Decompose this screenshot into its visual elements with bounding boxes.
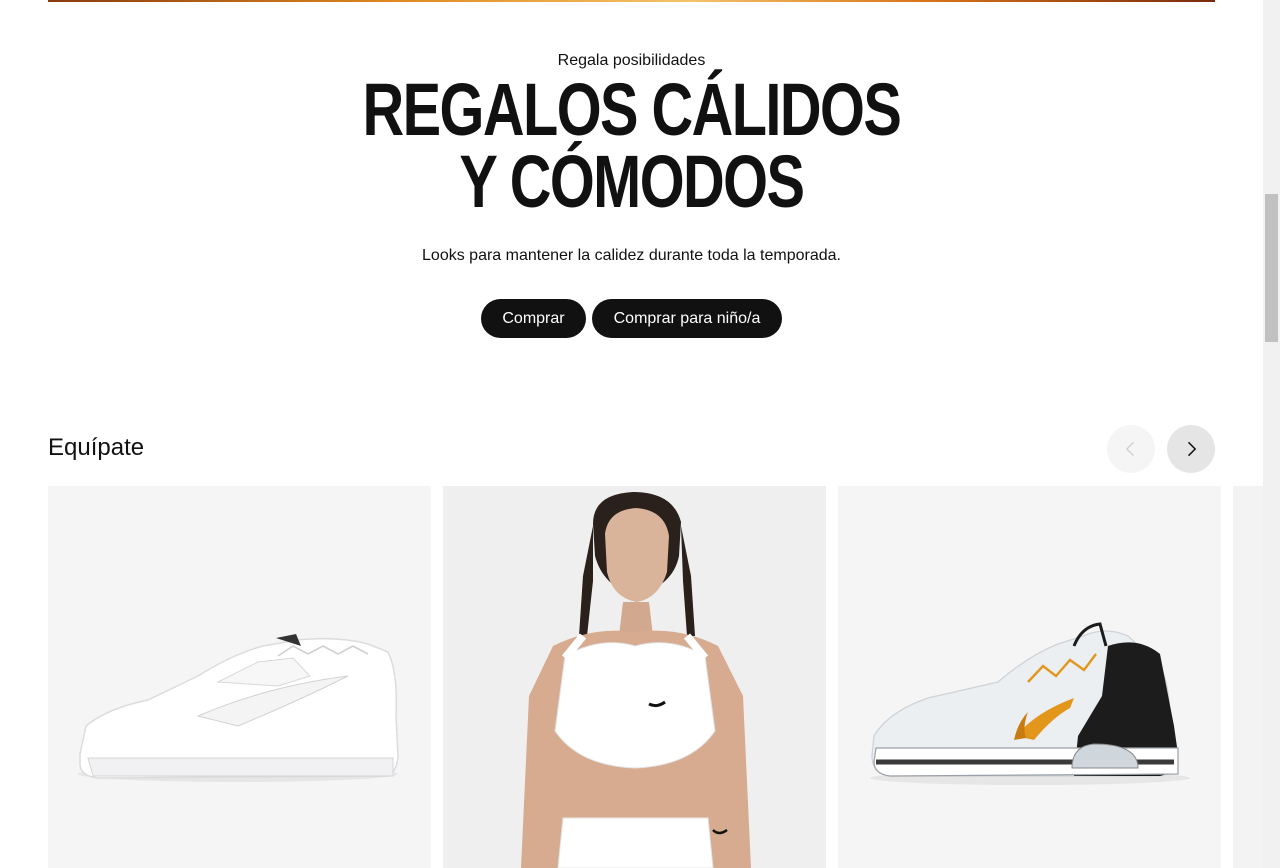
hero-cta-group: Comprar Comprar para niño/a [0, 299, 1263, 338]
white-sneaker-image [78, 634, 399, 782]
scrollbar-thumb[interactable] [1265, 194, 1278, 342]
section-title: Equípate [48, 434, 145, 461]
product-card[interactable] [838, 486, 1221, 868]
chevron-right-icon [1187, 441, 1197, 457]
sports-bra-model-image [521, 492, 751, 868]
hero-headline: REGALOS CÁLIDOS Y CÓMODOS [139, 68, 1124, 223]
product-card[interactable] [443, 486, 826, 868]
carousel-prev-button[interactable] [1107, 425, 1155, 473]
hero-subtitle: Looks para mantener la calidez durante t… [422, 247, 841, 264]
partial-product-image [1233, 486, 1263, 868]
page-scrollbar[interactable] [1263, 0, 1280, 868]
hero-banner-edge [48, 0, 1215, 2]
hero-headline-line-1: REGALOS CÁLIDOS [362, 68, 901, 151]
shop-button[interactable]: Comprar [481, 299, 586, 338]
shop-kids-button[interactable]: Comprar para niño/a [592, 299, 782, 338]
carousel-next-button[interactable] [1167, 425, 1215, 473]
chevron-left-icon [1125, 441, 1134, 457]
product-card[interactable] [1233, 486, 1263, 868]
hero-headline-line-2: Y CÓMODOS [459, 140, 805, 223]
training-shoe-image [870, 622, 1190, 785]
product-carousel [48, 486, 1263, 868]
product-card[interactable] [48, 486, 431, 868]
